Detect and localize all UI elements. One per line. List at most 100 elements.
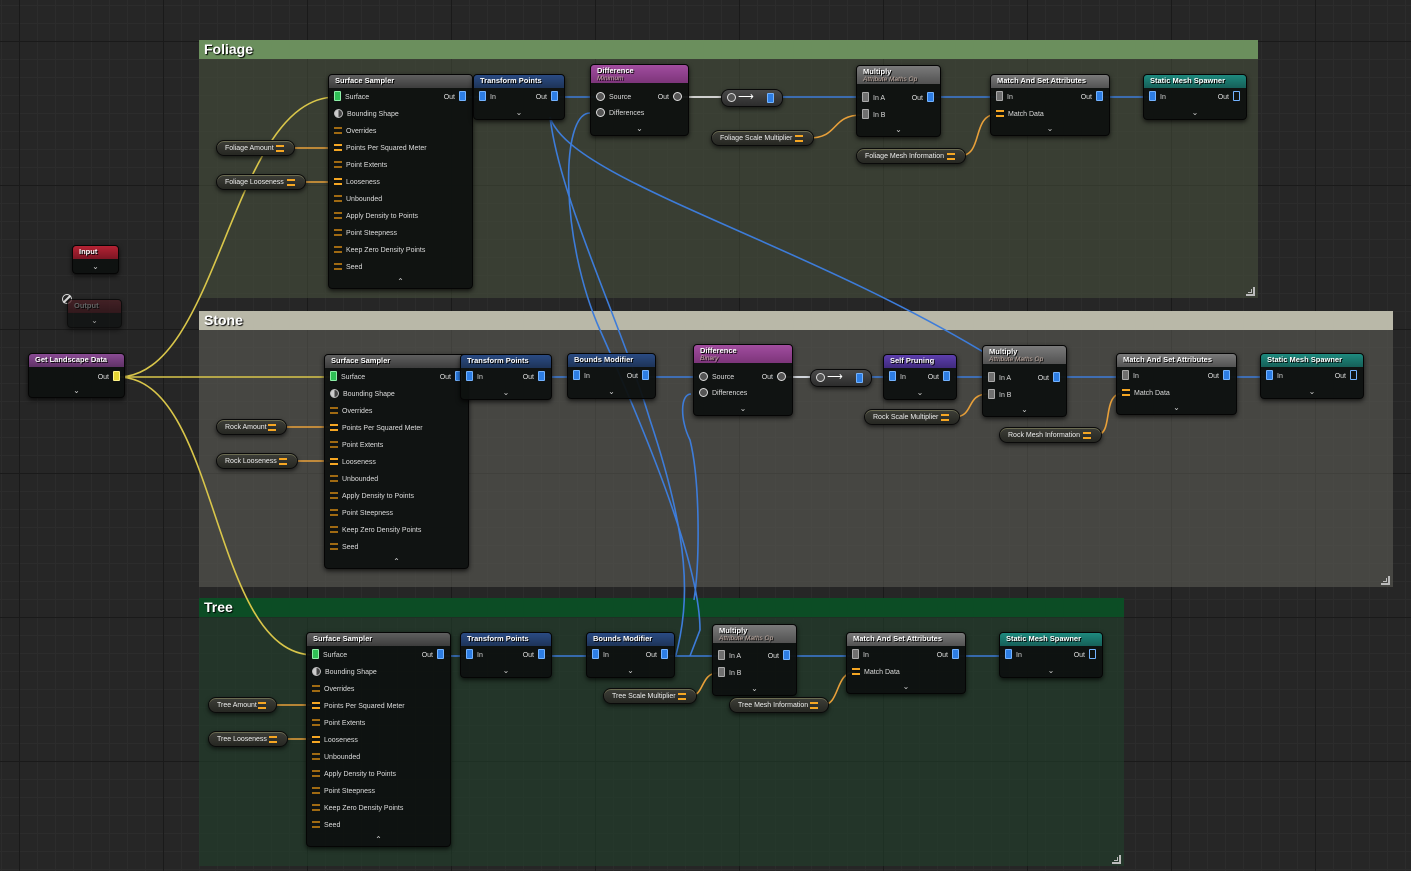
param-foliage-scale-multiplier[interactable]: Foliage Scale Multiplier [711,130,814,146]
in-b-pin[interactable]: In B [988,389,1011,402]
param-pin-icon[interactable] [269,736,277,743]
param-foliage-amount[interactable]: Foliage Amount [216,140,295,156]
chevron-up-icon[interactable]: ⌃ [307,836,450,844]
param-pin-icon[interactable] [279,458,287,465]
out-pin[interactable]: Out [1218,91,1240,104]
in-pin[interactable]: In [466,371,483,384]
param-pin-icon[interactable] [678,693,686,700]
out-pin[interactable]: Out [444,91,466,104]
param-pin-icon[interactable] [312,769,320,777]
point-extents-pin[interactable]: Point Extents [334,160,387,172]
in-pin[interactable]: In [852,649,869,662]
chevron-down-icon[interactable]: ⌄ [587,667,674,675]
point-data-pin-icon[interactable] [592,649,599,660]
point-data-pin-icon[interactable] [466,371,473,382]
surface-pin[interactable]: Surface [330,371,365,384]
in-pin[interactable]: In [479,91,496,104]
out-pin[interactable]: Out [646,649,668,662]
param-pin-icon[interactable] [334,143,342,151]
match-data-pin[interactable]: Match Data [852,667,900,679]
static-mesh-spawner-node-tree[interactable]: Static Mesh Spawner In Out ⌄ [999,632,1103,678]
get-landscape-data-node[interactable]: Get Landscape Data Out ⌄ [28,353,125,398]
param-rock-amount[interactable]: Rock Amount [216,419,287,435]
chevron-up-icon[interactable]: ⌃ [325,558,468,566]
param-pin-icon[interactable] [330,440,338,448]
spatial-pin-icon[interactable] [727,93,736,102]
param-pin-icon[interactable] [312,684,320,692]
difference-node-foliage[interactable]: Difference Minimum Source Out Differences… [590,64,689,136]
spatial-pin-icon[interactable] [312,666,321,676]
param-pin-icon[interactable] [852,667,860,675]
in-pin[interactable]: In [592,649,609,662]
chevron-down-icon[interactable]: ⌄ [591,125,688,133]
static-mesh-spawner-node-stone[interactable]: Static Mesh Spawner In Out ⌄ [1260,353,1364,399]
spatial-pin-icon[interactable] [699,371,708,381]
param-pin-icon[interactable] [334,211,342,219]
point-data-pin-icon[interactable] [1233,91,1240,102]
match-data-pin[interactable]: Match Data [1122,388,1170,400]
comment-foliage-resize-handle[interactable] [1246,287,1255,296]
param-pin-icon[interactable] [334,262,342,270]
out-pin[interactable]: Out [1335,370,1357,383]
chevron-down-icon[interactable]: ⌄ [983,406,1066,414]
surface-sampler-node-foliage[interactable]: Surface Sampler Surface Out Bounding Sha… [328,74,473,289]
match-data-pin[interactable]: Match Data [996,109,1044,121]
points-per-sq-m-pin[interactable]: Points Per Squared Meter [334,143,427,155]
comment-stone-resize-handle[interactable] [1381,576,1390,585]
point-data-pin-icon[interactable] [661,649,668,660]
out-pin[interactable]: Out [937,649,959,662]
param-pin-icon[interactable] [276,145,284,152]
bounds-modifier-node-tree[interactable]: Bounds Modifier In Out ⌄ [586,632,675,678]
surface-pin[interactable]: Surface [312,649,347,662]
apply-density-pin[interactable]: Apply Density to Points [330,491,414,503]
surface-pin-icon[interactable] [312,649,319,660]
out-pin[interactable]: Out [912,92,934,105]
differences-pin[interactable]: Differences [596,107,644,120]
param-rock-scale-multiplier[interactable]: Rock Scale Multiplier [864,409,960,425]
point-data-pin-icon[interactable] [1096,91,1103,102]
chevron-down-icon[interactable]: ⌄ [694,405,792,413]
param-pin-icon[interactable] [334,160,342,168]
out-pin[interactable]: Out [422,649,444,662]
surface-sampler-node-tree[interactable]: Surface Sampler Surface Out Bounding Sha… [306,632,451,847]
bounds-modifier-node-stone[interactable]: Bounds Modifier In Out ⌄ [567,353,656,399]
self-pruning-node-stone[interactable]: Self Pruning In Out ⌄ [883,354,957,400]
spatial-pin-icon[interactable] [334,108,343,118]
point-data-pin-icon[interactable] [551,91,558,102]
spatial-pin-icon[interactable] [673,91,682,101]
point-data-pin-icon[interactable] [1223,370,1230,381]
any-pin-icon[interactable] [718,667,725,678]
chevron-down-icon[interactable]: ⌄ [461,389,551,397]
chevron-down-icon[interactable]: ⌄ [857,126,940,134]
unbounded-pin[interactable]: Unbounded [312,752,360,764]
param-foliage-mesh-information[interactable]: Foliage Mesh Information [856,148,966,164]
unbounded-pin[interactable]: Unbounded [334,194,382,206]
any-pin-icon[interactable] [988,389,995,400]
param-pin-icon[interactable] [312,752,320,760]
in-pin[interactable]: In [889,371,906,384]
param-pin-icon[interactable] [330,491,338,499]
point-data-pin-icon[interactable] [1005,649,1012,660]
param-pin-icon[interactable] [1122,388,1130,396]
param-pin-icon[interactable] [258,702,266,709]
in-pin[interactable]: In [1122,370,1139,383]
out-pin[interactable]: Out [536,91,558,104]
param-pin-icon[interactable] [996,109,1004,117]
point-data-pin-icon[interactable] [479,91,486,102]
param-pin-icon[interactable] [312,701,320,709]
param-pin-icon[interactable] [334,126,342,134]
param-tree-amount[interactable]: Tree Amount [208,697,277,713]
point-data-pin-icon[interactable] [856,373,863,383]
out-pin[interactable]: Out [1081,91,1103,104]
bounding-shape-pin[interactable]: Bounding Shape [334,108,399,121]
out-pin[interactable]: Out [627,370,649,383]
chevron-down-icon[interactable]: ⌄ [474,109,564,117]
looseness-pin[interactable]: Looseness [312,735,358,747]
point-data-pin-icon[interactable] [642,370,649,381]
point-data-pin-icon[interactable] [1149,91,1156,102]
overrides-pin[interactable]: Overrides [334,126,376,138]
chevron-down-icon[interactable]: ⌄ [884,389,956,397]
out-pin[interactable]: Out [768,650,790,663]
param-pin-icon[interactable] [312,803,320,811]
spatial-pin-icon[interactable] [699,387,708,397]
